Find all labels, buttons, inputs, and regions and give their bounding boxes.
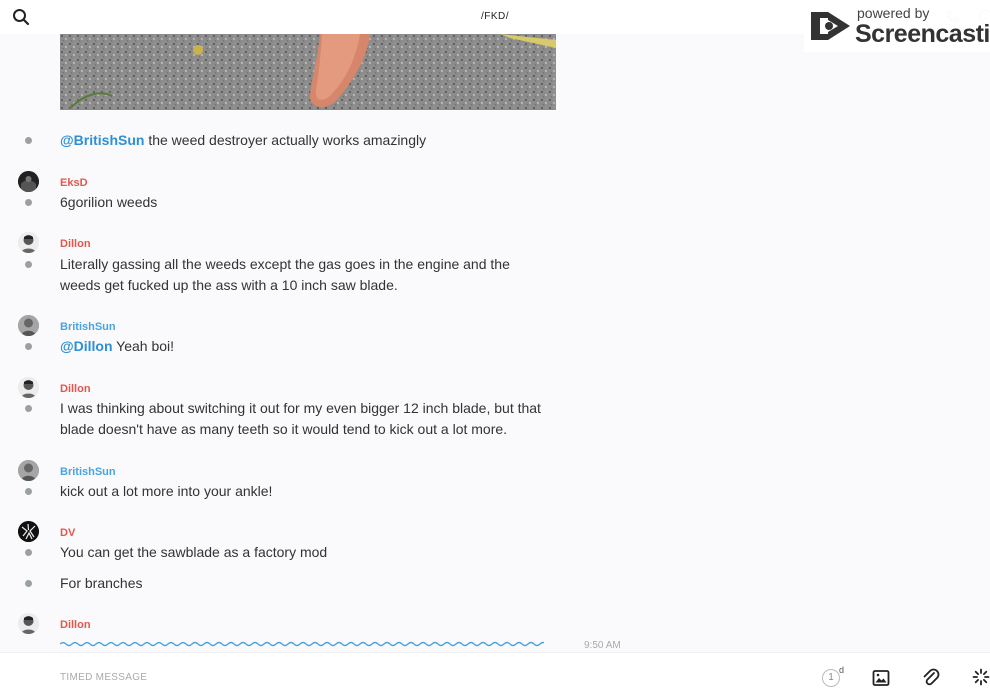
watermark-brand: Screencastify bbox=[855, 20, 990, 48]
message-author[interactable]: BritishSun bbox=[60, 321, 116, 333]
message-dot bbox=[25, 488, 32, 495]
mention-link[interactable]: @BritishSun bbox=[60, 132, 144, 148]
avatar[interactable] bbox=[18, 460, 39, 481]
paperclip-icon[interactable] bbox=[922, 668, 940, 688]
message-text: @BritishSun the weed destroyer actually … bbox=[60, 132, 427, 148]
message-composer: 1 d bbox=[0, 652, 990, 700]
avatar[interactable] bbox=[18, 232, 39, 253]
message-author[interactable]: DV bbox=[60, 527, 75, 539]
message-author[interactable]: BritishSun bbox=[60, 466, 116, 478]
message-dot bbox=[25, 199, 32, 206]
message-dot bbox=[25, 261, 32, 268]
message-text: For branches bbox=[60, 575, 143, 591]
message-dot bbox=[25, 580, 32, 587]
message-text: You can get the sawblade as a factory mo… bbox=[60, 544, 328, 560]
message-dot bbox=[25, 405, 32, 412]
timer-value: 1 bbox=[822, 669, 840, 687]
message-text: 6gorilion weeds bbox=[60, 194, 158, 210]
message-text: @Dillon Yeah boi! bbox=[60, 338, 175, 354]
message-author[interactable]: EksD bbox=[60, 177, 88, 189]
screencastify-logo-icon bbox=[808, 8, 852, 49]
message-dot bbox=[25, 343, 32, 350]
message-dot bbox=[25, 549, 32, 556]
avatar[interactable] bbox=[18, 521, 39, 542]
screencastify-watermark: powered by Screencastify bbox=[804, 0, 990, 52]
timed-message-input[interactable] bbox=[60, 667, 760, 687]
timer-unit: d bbox=[839, 665, 845, 675]
avatar[interactable] bbox=[18, 315, 39, 336]
partially-hidden-message-text bbox=[60, 641, 544, 647]
image-icon[interactable] bbox=[872, 669, 890, 687]
avatar[interactable] bbox=[18, 613, 39, 634]
message-author[interactable]: Dillon bbox=[60, 238, 91, 250]
message-timer-button[interactable]: 1 d bbox=[820, 665, 846, 689]
watermark-powered-by: powered by bbox=[857, 5, 930, 21]
loading-spinner-icon[interactable] bbox=[972, 668, 990, 686]
message-text: I was thinking about switching it out fo… bbox=[60, 400, 541, 437]
message-dot bbox=[25, 137, 32, 144]
mention-link[interactable]: @Dillon bbox=[60, 338, 113, 354]
message-author[interactable]: Dillon bbox=[60, 383, 91, 395]
message-timestamp: 9:50 AM bbox=[584, 640, 621, 651]
attached-photo[interactable] bbox=[60, 34, 556, 110]
avatar[interactable] bbox=[18, 377, 39, 398]
message-text: kick out a lot more into your ankle! bbox=[60, 483, 273, 499]
message-author[interactable]: Dillon bbox=[60, 619, 91, 631]
avatar[interactable] bbox=[18, 171, 39, 192]
message-text: Literally gassing all the weeds except t… bbox=[60, 256, 510, 293]
